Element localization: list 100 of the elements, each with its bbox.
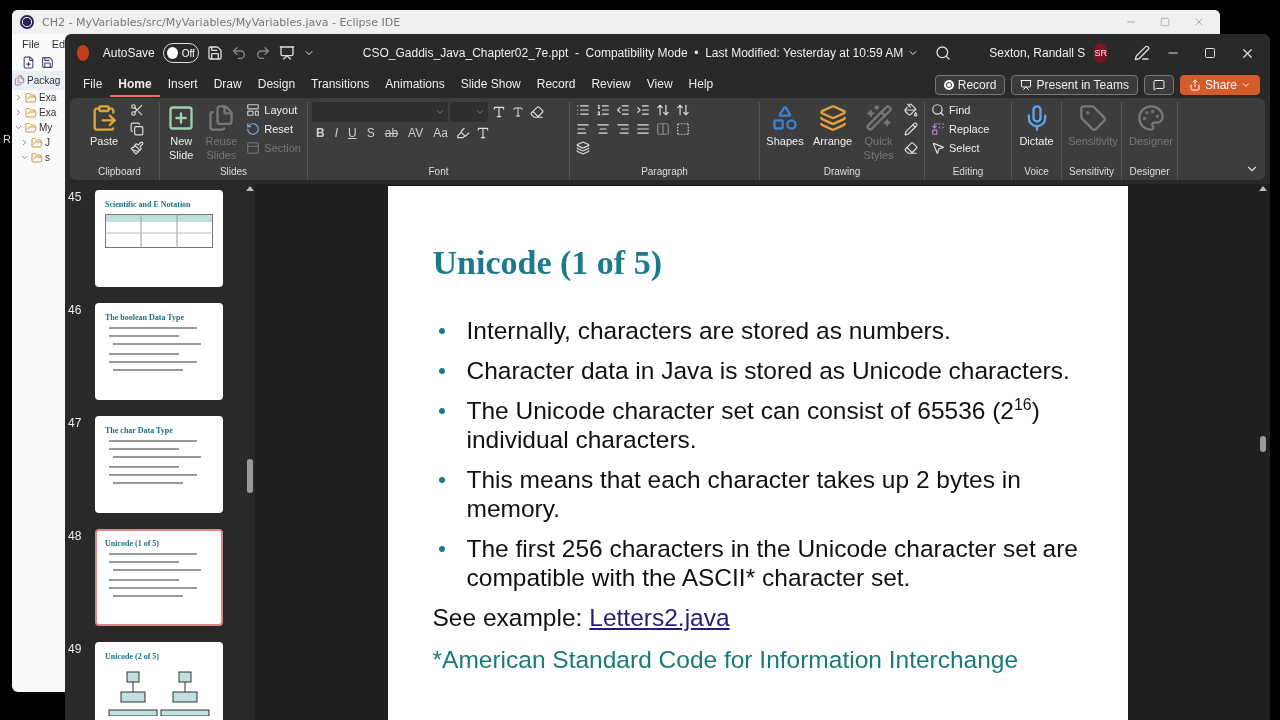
group-label: Clipboard — [98, 166, 141, 179]
format-button[interactable]: I — [330, 125, 342, 141]
ribbon-button[interactable]: Arrange — [810, 102, 856, 150]
presentation-icon[interactable] — [278, 45, 295, 61]
ribbon-icon — [1079, 104, 1107, 132]
share-button[interactable]: Share — [1179, 75, 1260, 95]
shape-effects-icon[interactable] — [902, 140, 920, 156]
font-name-field[interactable] — [312, 102, 448, 122]
document-title[interactable]: CSO_Gaddis_Java_Chapter02_7e.ppt - Compatibility Mode • Last Modified: Yesterday at 10:59 AM — [362, 46, 904, 60]
ribbon-button[interactable]: New Slide — [164, 102, 199, 164]
font-size-field[interactable] — [450, 102, 488, 122]
record-button[interactable]: Record — [934, 75, 1006, 95]
tree-item[interactable]: s — [45, 152, 50, 163]
example-label: See example: — [432, 604, 583, 632]
clear-formatting-icon[interactable] — [528, 104, 546, 120]
redo-icon[interactable] — [254, 45, 271, 61]
ribbon-button[interactable]: Replace — [929, 121, 992, 137]
group-label: Font — [428, 166, 449, 179]
format-button[interactable]: Aa — [429, 125, 452, 141]
smartart-icon[interactable] — [574, 140, 592, 156]
user-name[interactable]: Sexton, Randall S — [989, 46, 1086, 60]
format-button[interactable]: S — [362, 125, 379, 141]
pen-icon[interactable] — [1134, 45, 1150, 61]
thumbnail-title: Scientific and E Notation — [105, 200, 191, 209]
shrink-font-icon[interactable] — [510, 105, 526, 119]
undo-icon[interactable] — [230, 45, 247, 61]
bullet-text: The first 256 characters in the Unicode character set are compatible with the ASCII* character set. — [466, 534, 1079, 592]
slide-thumbnail[interactable]: The char Data Type — [95, 416, 223, 513]
save-icon[interactable] — [41, 56, 54, 69]
ribbon-tab[interactable]: View — [638, 73, 681, 97]
collapsed-chevron-icon[interactable] — [14, 93, 23, 102]
decrease-indent-icon[interactable] — [614, 102, 632, 118]
format-button[interactable]: B — [312, 125, 329, 141]
slide-thumbnail[interactable]: The boolean Data Type — [95, 303, 223, 400]
format-button[interactable]: AV — [404, 125, 428, 141]
copy-icon[interactable] — [128, 121, 146, 137]
thumbnail-title: Unicode (1 of 5) — [105, 539, 159, 548]
desktop-text: R — [3, 133, 11, 145]
ribbon-button[interactable]: Layout — [244, 102, 303, 118]
expanded-chevron-icon[interactable] — [20, 153, 29, 162]
new-file-icon[interactable] — [22, 56, 35, 69]
user-avatar[interactable]: SR — [1093, 43, 1108, 63]
ribbon-button[interactable]: Dictate — [1016, 102, 1057, 150]
ribbon-tab[interactable]: Review — [583, 73, 639, 97]
save-icon[interactable] — [206, 45, 223, 61]
align-left-icon[interactable] — [574, 121, 592, 137]
expanded-chevron-icon[interactable] — [14, 123, 23, 132]
ribbon-tab[interactable]: Design — [249, 73, 304, 97]
present-in-teams-button[interactable]: Present in Teams — [1011, 75, 1138, 95]
align-center-icon[interactable] — [594, 121, 612, 137]
ribbon-tab[interactable]: Slide Show — [452, 73, 529, 97]
tree-item[interactable]: Exa — [39, 107, 57, 118]
package-explorer-tab[interactable]: Packag — [12, 71, 64, 90]
align-right-icon[interactable] — [614, 121, 632, 137]
numbering-icon[interactable] — [594, 102, 612, 118]
ribbon-button[interactable]: Select — [929, 140, 992, 156]
format-button[interactable]: ab — [380, 125, 403, 141]
ribbon-tab[interactable]: Insert — [159, 73, 206, 97]
ribbon-tab[interactable]: Help — [680, 73, 722, 97]
bullet-text: This means that each character takes up 2 bytes in memory. — [466, 465, 1022, 523]
package-icon — [14, 75, 25, 86]
shape-outline-icon[interactable] — [902, 121, 920, 137]
bullet-text: The Unicode character set can consist of 65536 (2$^{16}$) individual characters. — [466, 396, 1041, 454]
menu-item[interactable]: File — [22, 38, 40, 50]
align-text-icon[interactable] — [674, 121, 692, 137]
ribbon-button[interactable]: Paste — [84, 102, 124, 150]
text-direction-icon[interactable] — [674, 102, 692, 118]
comments-button[interactable] — [1143, 75, 1174, 95]
format-painter-icon[interactable] — [128, 140, 146, 156]
comment-icon — [1152, 79, 1165, 91]
ribbon-tab[interactable]: Transitions — [303, 73, 378, 97]
slide-thumbnail[interactable]: Unicode (1 of 5) — [95, 529, 223, 626]
tree-item[interactable]: My — [39, 122, 53, 133]
ribbon-tab[interactable]: File — [75, 73, 111, 97]
line-spacing-icon[interactable] — [654, 102, 672, 118]
bullets-icon[interactable] — [574, 102, 592, 118]
bullet-icon — [438, 477, 445, 483]
thumbnail-title: Unicode (2 of 5) — [105, 652, 159, 661]
increase-indent-icon[interactable] — [634, 102, 652, 118]
tree-item[interactable]: J — [45, 137, 50, 148]
tree-item[interactable]: Exa — [39, 92, 57, 103]
folder-icon — [31, 151, 43, 164]
autosave-label: AutoSave — [102, 46, 155, 60]
collapsed-chevron-icon[interactable] — [14, 108, 23, 117]
collapsed-chevron-icon[interactable] — [20, 138, 29, 147]
ribbon-button[interactable]: Shapes — [764, 102, 806, 150]
ribbon-button[interactable]: Find — [929, 102, 992, 118]
format-button[interactable]: U — [344, 125, 361, 141]
slide-thumbnail[interactable]: Unicode (2 of 5) — [95, 642, 223, 720]
search-icon[interactable] — [935, 45, 952, 61]
justify-icon[interactable] — [634, 121, 652, 137]
ribbon-tab[interactable]: Animations — [377, 73, 453, 97]
ribbon-button[interactable]: Reset — [244, 121, 303, 137]
ribbon-tab[interactable]: Record — [528, 73, 584, 97]
window-title: CH2 - MyVariables/src/MyVariables/MyVariables.java - Eclipse IDE — [42, 15, 402, 29]
shape-fill-icon[interactable] — [902, 102, 920, 118]
example-link[interactable]: Letters2.java — [589, 604, 730, 632]
ribbon-tab[interactable]: Draw — [205, 73, 250, 97]
teams-icon — [1020, 79, 1033, 91]
slide-thumbnail[interactable]: Scientific and E Notation — [95, 190, 223, 287]
